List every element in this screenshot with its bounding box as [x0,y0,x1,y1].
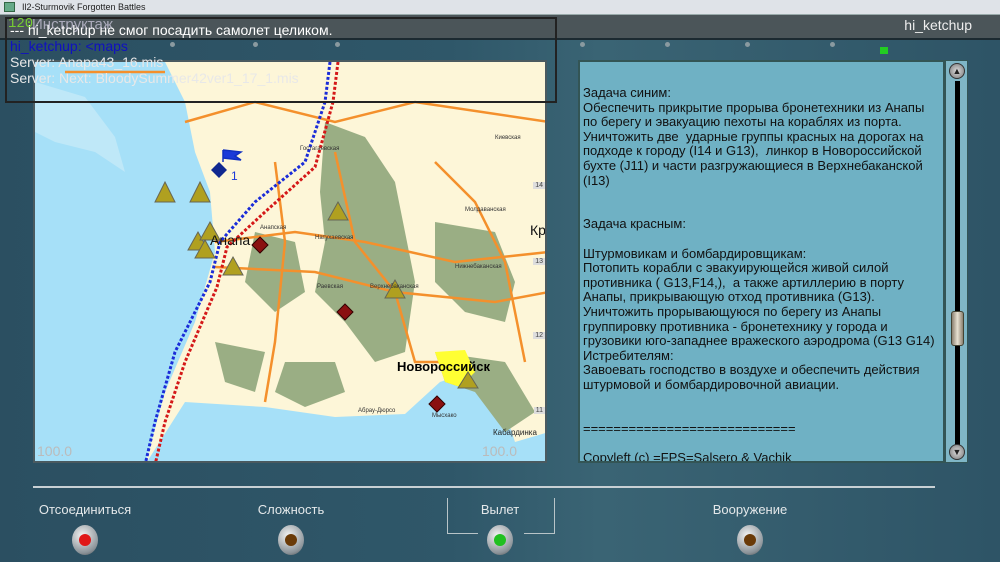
map-label: Раевская [317,284,343,290]
briefing-scrollbar[interactable]: ▲ ▼ [945,60,968,463]
map-label: Нижнебаканская [455,264,502,270]
window-titlebar: Il2-Sturmovik Forgotten Battles [0,0,1000,15]
username: hi_ketchup [904,17,972,33]
scroll-thumb[interactable] [951,311,964,346]
map-label: Гостагаевская [300,146,340,152]
waypoint-number: 1 [231,169,238,183]
rivet [830,42,835,47]
fly-button[interactable]: Вылет [430,502,570,555]
grid-number: 12 [533,332,545,339]
scroll-track[interactable] [955,81,960,446]
map-label: Анапская [260,225,287,231]
map-label: Киевская [495,135,521,141]
map-label: Кабардинка [493,428,537,437]
chat-line: Server: Anapa43_16.mis [10,54,164,70]
button-label: Вооружение [712,502,788,517]
button-label: Сложность [257,502,325,517]
forests [215,122,535,432]
map-label: Анапа [210,232,251,248]
lamp-icon[interactable] [487,525,513,555]
blue-flag-icon [222,149,244,162]
chat-line: Server: Next: BloodySummer42ver1_17_1.mi… [10,70,299,86]
difficulty-button[interactable]: Сложность [221,502,361,555]
grid-number: 13 [533,258,545,265]
map-label: Новороссийск [397,359,490,374]
scroll-down-icon[interactable]: ▼ [949,444,965,460]
button-label: Вылет [480,502,520,517]
map-label: Верхнебаканская [370,284,419,290]
map-label: Натухаевская [315,235,354,241]
rivet [580,42,585,47]
status-indicator-icon [880,47,888,54]
briefing-text-panel[interactable]: Задача синим: Обеспечить прикрытие проры… [578,60,945,463]
button-label: Отсоединиться [38,502,132,517]
fps-counter: 120 [8,16,34,32]
lamp-icon[interactable] [737,525,763,555]
rivet [745,42,750,47]
rivet [665,42,670,47]
grid-number: 11 [533,407,545,414]
map-graphics [35,62,545,461]
map-label: Молдаванская [465,207,506,213]
loadout-button[interactable]: Вооружение [680,502,820,555]
map-label: Абрау-Дюрсо [358,408,396,414]
chat-line: hi_ketchup: <maps [10,38,128,54]
map-label: Кр [530,222,546,238]
divider [33,486,935,488]
blue-waypoint-marker [211,162,227,178]
scroll-up-icon[interactable]: ▲ [949,63,965,79]
briefing-text: Задача синим: Обеспечить прикрытие проры… [583,85,935,463]
lamp-icon[interactable] [72,525,98,555]
map-label: Мысхако [432,413,457,419]
lamp-icon[interactable] [278,525,304,555]
map-scale-left: 100.0 [37,443,73,459]
briefing-map[interactable]: Гостагаевская Анапа Анапская Натухаевска… [33,60,547,463]
disconnect-button[interactable]: Отсоединиться [15,502,155,555]
map-scale-right: 100.0 [481,443,517,459]
window-title: Il2-Sturmovik Forgotten Battles [22,2,146,12]
grid-number: 14 [533,182,545,189]
chat-line: --- hi_ketchup не смог посадить самолет … [10,22,333,38]
app-icon [4,2,15,12]
chat-overlay: --- hi_ketchup не смог посадить самолет … [5,17,557,103]
